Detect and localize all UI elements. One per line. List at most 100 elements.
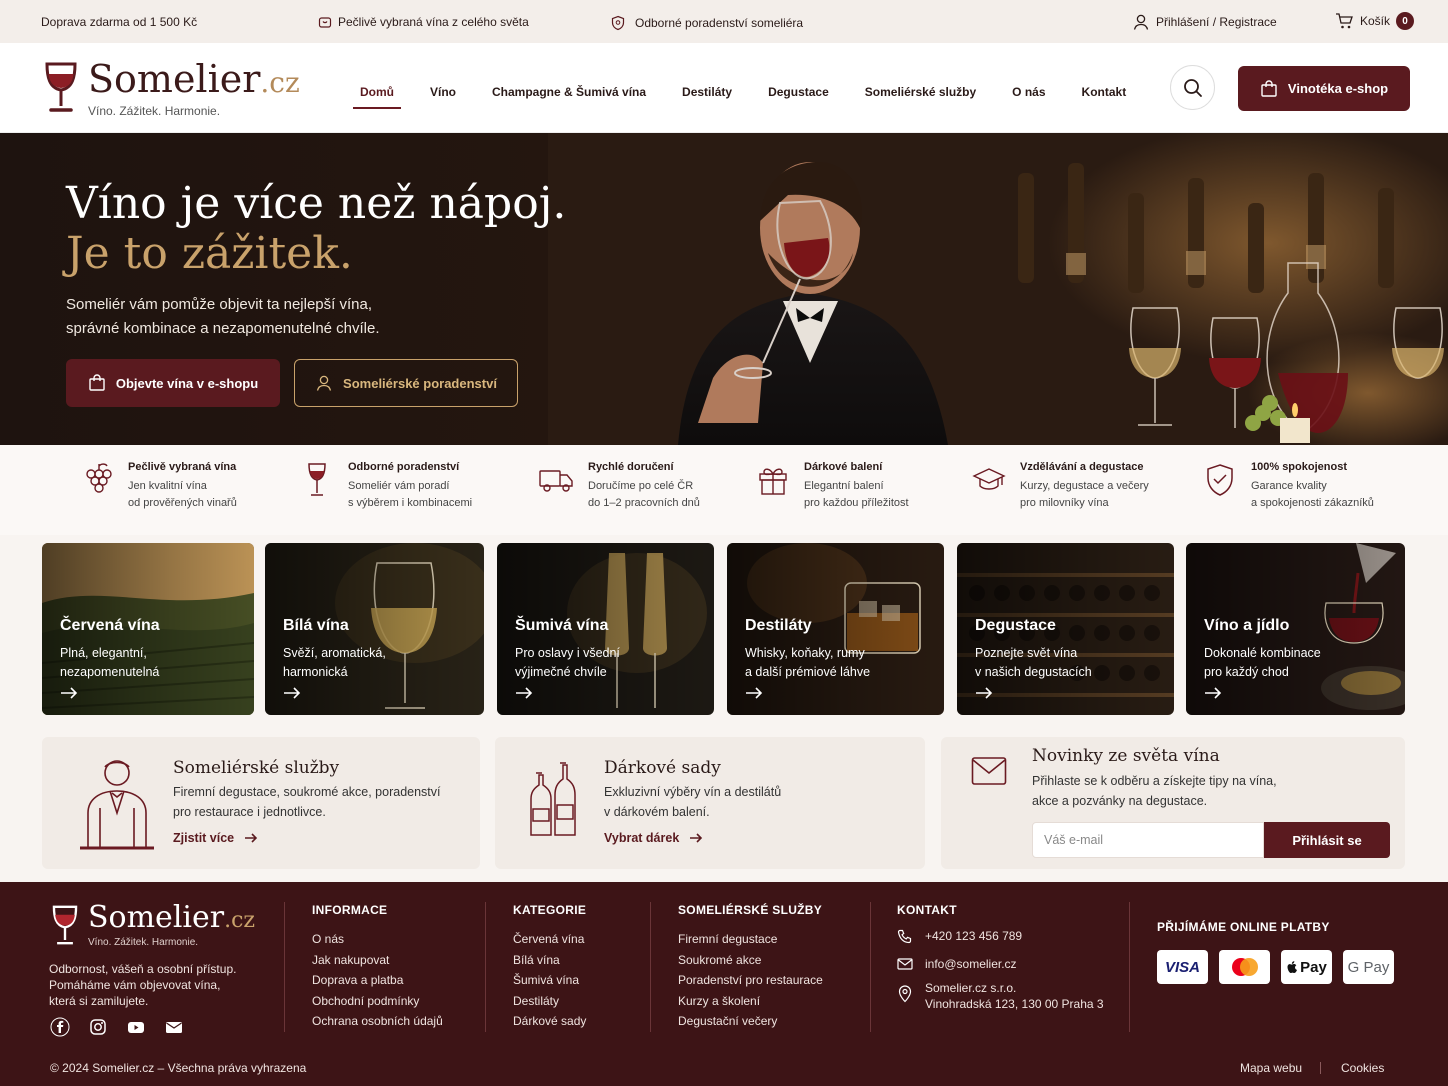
copyright-text: © 2024 Somelier.cz – Všechna práva vyhra…	[50, 1061, 307, 1075]
facebook-icon[interactable]	[50, 1017, 70, 1037]
logo-name: Somelier.cz	[88, 60, 300, 102]
arrow-right-icon	[284, 687, 301, 699]
feature-desc-line: Jen kvalitní vína	[128, 480, 207, 492]
cart-count-badge: 0	[1396, 12, 1415, 30]
box-icon	[318, 17, 332, 28]
nav-item-champagne[interactable]: Champagne & Šumivá vína	[492, 85, 646, 113]
advice-note: Odborné poradenství someliéra	[610, 15, 803, 31]
shopping-bag-icon	[89, 374, 105, 391]
nav-item-tasting[interactable]: Degustace	[768, 85, 829, 113]
nav-item-spirits[interactable]: Destiláty	[682, 85, 732, 113]
youtube-icon[interactable]	[126, 1017, 146, 1037]
feature-desc-line: s výběrem i kombinacemi	[348, 497, 473, 509]
footer-link-white-wine[interactable]: Bílá vína	[513, 950, 586, 971]
footer-link-shipping[interactable]: Doprava a platba	[312, 970, 443, 991]
feature-fast-delivery: Rychlé doručení Doručíme po celé ČR do 1–2…	[538, 461, 700, 512]
footer-link-about[interactable]: O nás	[312, 929, 443, 950]
logo-tagline: Víno. Zážitek. Harmonie.	[88, 104, 221, 118]
feature-desc-line: Elegantní balení	[804, 480, 884, 492]
eshop-button[interactable]: Vinotéka e-shop	[1238, 66, 1410, 111]
category-desc-line: výjimečné chvíle	[515, 665, 607, 679]
category-card-tasting[interactable]: Degustace Poznejte svět vína v našich deg…	[957, 543, 1174, 715]
gifts-title: Dárkové sady	[604, 758, 721, 778]
footer-link-corporate-tasting[interactable]: Firemní degustace	[678, 929, 823, 950]
apple-pay-logo: Pay	[1281, 950, 1332, 984]
footer-link-spirits[interactable]: Destiláty	[513, 991, 586, 1012]
nav-item-contact[interactable]: Kontakt	[1082, 85, 1127, 113]
truck-icon	[539, 470, 573, 492]
footer-link-sparkling[interactable]: Šumivá vína	[513, 970, 586, 991]
instagram-icon[interactable]	[88, 1017, 108, 1037]
login-link[interactable]: Přihlášení / Registrace	[1132, 13, 1277, 31]
footer-link-how-to-buy[interactable]: Jak nakupovat	[312, 950, 443, 971]
footer-link-tasting-evenings[interactable]: Degustační večery	[678, 1011, 823, 1032]
footer-about-line: Odbornost, vášeň a osobní přístup.	[49, 962, 237, 976]
gifts-link[interactable]: Vybrat dárek	[604, 831, 703, 845]
contact-company: Somelier.cz s.r.o.	[925, 981, 1017, 995]
services-more-link[interactable]: Zjistit více	[173, 831, 258, 845]
category-title: Šumivá vína	[515, 617, 609, 634]
feature-desc-line: Garance kvality	[1251, 480, 1327, 492]
top-info-bar: Doprava zdarma od 1 500 Kč Pečlivě vybra…	[0, 0, 1448, 43]
footer-info-heading: INFORMACE	[312, 903, 388, 917]
gift-icon	[759, 468, 787, 495]
footer-bottom-divider	[1320, 1062, 1321, 1074]
footer-link-gift-sets[interactable]: Dárkové sady	[513, 1011, 586, 1032]
hero-advice-button[interactable]: Someliérské poradenství	[294, 359, 518, 407]
category-card-white-wine[interactable]: Bílá vína Svěží, aromatická, harmonická	[265, 543, 484, 715]
shield-icon	[611, 15, 625, 31]
logo[interactable]: Somelier.cz Víno. Zážitek. Harmonie.	[42, 60, 300, 118]
services-desc-line: pro restaurace i jednotlivce.	[173, 805, 326, 819]
category-desc-line: harmonická	[283, 665, 348, 679]
feature-title: Pečlivě vybraná vína	[128, 461, 237, 473]
nav-item-wine[interactable]: Víno	[430, 85, 456, 113]
sitemap-link[interactable]: Mapa webu	[1240, 1061, 1302, 1075]
category-title: Červená vína	[60, 617, 160, 634]
category-card-red-wine[interactable]: Červená vína Plná, elegantní, nezapomenut…	[42, 543, 254, 715]
footer-link-courses[interactable]: Kurzy a školení	[678, 991, 823, 1012]
wines-note: Pečlivě vybraná vína z celého světa	[318, 15, 529, 29]
eshop-button-label: Vinotéka e-shop	[1287, 81, 1389, 96]
services-title: Someliérské služby	[173, 758, 340, 778]
contact-email-text: info@somelier.cz	[925, 957, 1017, 971]
bottles-icon	[530, 762, 576, 836]
feature-desc-line: Doručíme po celé ČR	[588, 480, 694, 492]
search-icon	[1183, 78, 1202, 97]
category-card-sparkling-wine[interactable]: Šumivá vína Pro oslavy i všední výjimečné…	[497, 543, 714, 715]
footer-payments-heading: PŘIJÍMÁME ONLINE PLATBY	[1157, 920, 1330, 934]
visa-logo: VISA	[1157, 950, 1208, 984]
footer-link-terms[interactable]: Obchodní podmínky	[312, 991, 443, 1012]
nav-item-home[interactable]: Domů	[353, 85, 401, 113]
category-card-spirits[interactable]: Destiláty Whisky, koňaky, rumy a další pr…	[727, 543, 944, 715]
category-desc-line: Svěží, aromatická,	[283, 646, 386, 660]
footer-link-private-events[interactable]: Soukromé akce	[678, 950, 823, 971]
hero-section: Víno je více než nápoj. Je to zážitek. So…	[0, 133, 1448, 445]
search-button[interactable]	[1170, 65, 1215, 110]
contact-address: Somelier.cz s.r.o. Vinohradská 123, 130 0…	[897, 981, 1104, 1011]
newsletter-subscribe-button[interactable]: Přihlásit se	[1264, 822, 1390, 858]
cart-text: Košík	[1360, 14, 1391, 28]
email-icon[interactable]	[164, 1017, 184, 1037]
contact-email[interactable]: info@somelier.cz	[897, 957, 1104, 971]
logo-tld: .cz	[260, 66, 300, 99]
category-card-wine-food[interactable]: Víno a jídlo Dokonalé kombinace pro každý…	[1186, 543, 1405, 715]
cookies-link[interactable]: Cookies	[1341, 1061, 1384, 1075]
footer-link-privacy[interactable]: Ochrana osobních údajů	[312, 1011, 443, 1032]
footer-link-restaurant-advice[interactable]: Poradenství pro restaurace	[678, 970, 823, 991]
contact-phone[interactable]: +420 123 456 789	[897, 929, 1104, 945]
hero-subtitle: Someliér vám pomůže objevit ta nejlepší …	[66, 296, 380, 337]
cart-link[interactable]: Košík 0	[1335, 12, 1415, 30]
social-links	[50, 1017, 184, 1037]
user-icon	[1133, 14, 1149, 30]
hero-shop-button[interactable]: Objevte vína v e-shopu	[66, 359, 280, 407]
newsletter-email-input[interactable]: Váš e-mail	[1032, 822, 1264, 858]
arrow-right-icon	[976, 687, 993, 699]
sommelier-hero-image	[548, 133, 1448, 445]
nav-item-about[interactable]: O nás	[1012, 85, 1045, 113]
nav-item-sommelier-services[interactable]: Someliérské služby	[865, 85, 976, 113]
envelope-icon	[897, 958, 913, 970]
footer-logo[interactable]: Somelier.cz Víno. Zážitek. Harmonie.	[50, 902, 255, 948]
footer-services-heading: SOMELIÉRSKÉ SLUŽBY	[678, 903, 823, 917]
footer-info-column: INFORMACE O nás Jak nakupovat Doprava a …	[312, 903, 443, 1032]
footer-link-red-wine[interactable]: Červená vína	[513, 929, 586, 950]
